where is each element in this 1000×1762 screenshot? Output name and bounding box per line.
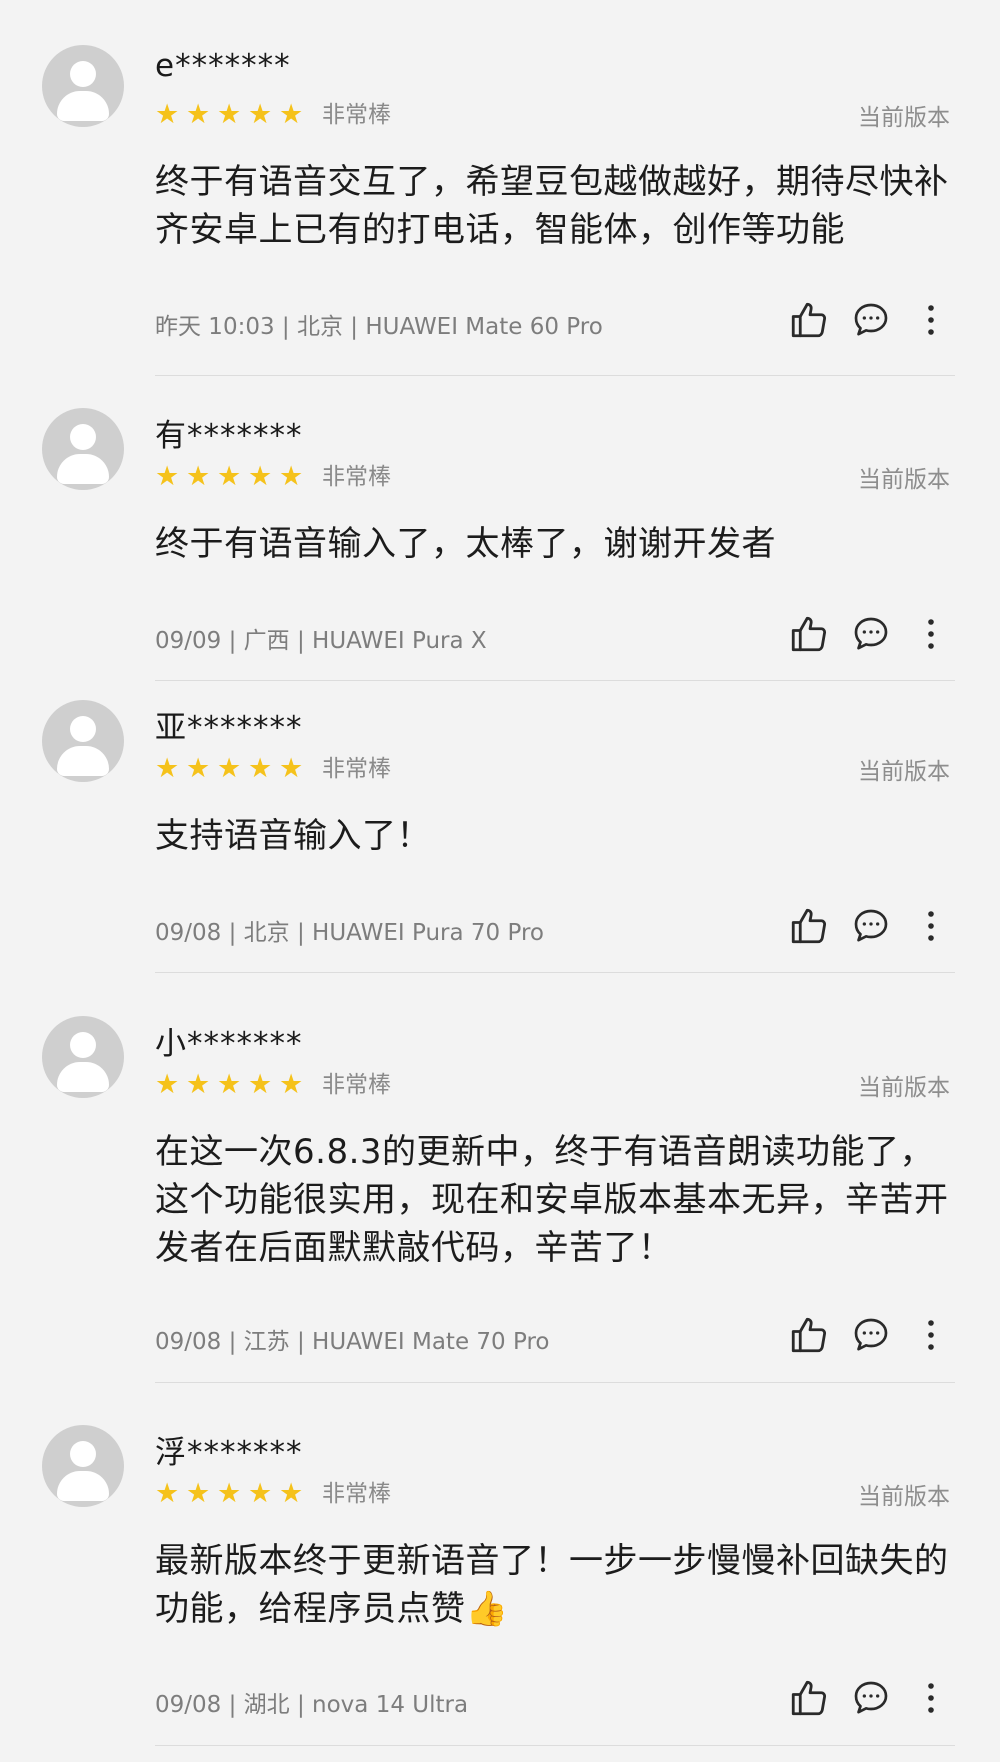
review-username: 浮******* [155, 1435, 303, 1471]
star-rating: ★ ★ ★ ★ ★ 非常棒 [155, 100, 391, 130]
star-icon: ★ [248, 1069, 273, 1100]
review-meta: 09/08 | 江苏 | HUAWEI Mate 70 Pro [155, 1329, 550, 1355]
review-meta: 09/08 | 湖北 | nova 14 Ultra [155, 1692, 469, 1718]
rating-text: 非常棒 [322, 102, 391, 128]
review-username: e******* [155, 48, 291, 84]
thumbs-up-icon[interactable] [785, 902, 833, 950]
star-icon: ★ [279, 99, 304, 130]
divider [155, 680, 955, 681]
avatar[interactable] [42, 45, 124, 127]
review-actions [785, 1311, 965, 1359]
review-actions [785, 610, 965, 658]
star-icon: ★ [217, 1069, 242, 1100]
divider [155, 1382, 955, 1383]
star-icon: ★ [279, 1069, 304, 1100]
avatar[interactable] [42, 1016, 124, 1098]
version-tag: 当前版本 [858, 1484, 950, 1510]
star-icon: ★ [155, 461, 180, 492]
star-icon: ★ [186, 461, 211, 492]
rating-text: 非常棒 [322, 1481, 391, 1507]
comment-icon[interactable] [847, 902, 895, 950]
star-rating: ★ ★ ★ ★ ★ 非常棒 [155, 1070, 391, 1100]
review-meta: 09/08 | 北京 | HUAWEI Pura 70 Pro [155, 920, 544, 946]
star-icon: ★ [155, 753, 180, 784]
comment-icon[interactable] [847, 1674, 895, 1722]
more-vertical-icon[interactable] [907, 1311, 955, 1359]
star-icon: ★ [279, 1478, 304, 1509]
comment-icon[interactable] [847, 610, 895, 658]
thumbs-up-icon[interactable] [785, 1674, 833, 1722]
star-rating: ★ ★ ★ ★ ★ 非常棒 [155, 1479, 391, 1509]
star-icon: ★ [186, 99, 211, 130]
review-actions [785, 1674, 965, 1722]
rating-text: 非常棒 [322, 1072, 391, 1098]
more-vertical-icon[interactable] [907, 1674, 955, 1722]
more-vertical-icon[interactable] [907, 296, 955, 344]
version-tag: 当前版本 [858, 759, 950, 785]
star-rating: ★ ★ ★ ★ ★ 非常棒 [155, 462, 391, 492]
review-actions [785, 902, 965, 950]
more-vertical-icon[interactable] [907, 902, 955, 950]
avatar[interactable] [42, 700, 124, 782]
review-content: 终于有语音交互了，希望豆包越做越好，期待尽快补齐安卓上已有的打电话，智能体，创作… [155, 162, 949, 250]
divider [155, 972, 955, 973]
star-icon: ★ [248, 1478, 273, 1509]
rating-text: 非常棒 [322, 464, 391, 490]
comment-icon[interactable] [847, 296, 895, 344]
review-content: 在这一次6.8.3的更新中，终于有语音朗读功能了，这个功能很实用，现在和安卓版本… [155, 1132, 949, 1268]
review-content: 终于有语音输入了，太棒了，谢谢开发者 [155, 524, 776, 564]
star-icon: ★ [155, 1478, 180, 1509]
avatar[interactable] [42, 1425, 124, 1507]
comment-icon[interactable] [847, 1311, 895, 1359]
star-icon: ★ [217, 461, 242, 492]
more-vertical-icon[interactable] [907, 610, 955, 658]
star-icon: ★ [186, 753, 211, 784]
divider [155, 375, 955, 376]
star-icon: ★ [217, 753, 242, 784]
review-meta: 09/09 | 广西 | HUAWEI Pura X [155, 628, 487, 654]
review-content: 最新版本终于更新语音了！一步一步慢慢补回缺失的功能，给程序员点赞👍 [155, 1541, 949, 1629]
version-tag: 当前版本 [858, 1075, 950, 1101]
review-username: 有******* [155, 418, 303, 454]
review-meta: 昨天 10:03 | 北京 | HUAWEI Mate 60 Pro [155, 314, 603, 340]
star-icon: ★ [186, 1478, 211, 1509]
version-tag: 当前版本 [858, 467, 950, 493]
thumbs-up-icon[interactable] [785, 1311, 833, 1359]
rating-text: 非常棒 [322, 756, 391, 782]
star-icon: ★ [248, 753, 273, 784]
avatar[interactable] [42, 408, 124, 490]
star-icon: ★ [248, 99, 273, 130]
star-icon: ★ [186, 1069, 211, 1100]
thumbs-up-icon[interactable] [785, 296, 833, 344]
star-icon: ★ [279, 753, 304, 784]
star-rating: ★ ★ ★ ★ ★ 非常棒 [155, 754, 391, 784]
star-icon: ★ [217, 1478, 242, 1509]
star-icon: ★ [279, 461, 304, 492]
review-username: 亚******* [155, 710, 303, 746]
thumbs-up-icon[interactable] [785, 610, 833, 658]
star-icon: ★ [248, 461, 273, 492]
review-username: 小******* [155, 1026, 303, 1062]
review-actions [785, 296, 965, 344]
star-icon: ★ [155, 1069, 180, 1100]
star-icon: ★ [155, 99, 180, 130]
review-content: 支持语音输入了！ [155, 816, 431, 856]
divider [155, 1745, 955, 1746]
version-tag: 当前版本 [858, 105, 950, 131]
star-icon: ★ [217, 99, 242, 130]
